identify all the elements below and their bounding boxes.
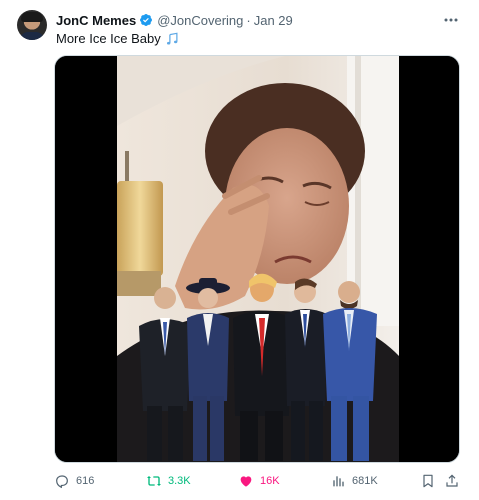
views-chart-icon	[333, 476, 344, 487]
tweet-date[interactable]: Jan 29	[254, 13, 293, 28]
tweet-header: JonC Memes @JonCovering · Jan 29	[56, 11, 293, 29]
author-name[interactable]: JonC Memes	[56, 13, 136, 28]
avatar[interactable]	[17, 10, 47, 40]
separator-dot: ·	[246, 12, 251, 28]
video-frame	[55, 56, 459, 462]
share-icon[interactable]	[444, 473, 460, 489]
views-count: 681K	[352, 475, 378, 487]
action-bar: 616 3.3K 16K 681K	[0, 470, 479, 492]
verified-badge-icon	[140, 14, 153, 26]
more-options-icon[interactable]	[442, 11, 460, 29]
heart-icon	[240, 476, 252, 487]
retweet-count: 3.3K	[168, 475, 191, 487]
retweet-icon	[147, 476, 161, 486]
tweet-text-content: More Ice Ice Baby	[56, 31, 161, 46]
tweet-video[interactable]	[54, 55, 460, 463]
reply-count: 616	[76, 475, 95, 487]
tweet[interactable]: JonC Memes @JonCovering · Jan 29 More Ic…	[0, 0, 479, 500]
musical-notes-icon	[166, 32, 178, 45]
retweet-button[interactable]: 3.3K	[146, 470, 191, 492]
author-handle[interactable]: @JonCovering	[157, 13, 243, 28]
like-count: 16K	[260, 475, 280, 487]
reply-icon	[56, 475, 68, 489]
views-button[interactable]: 681K	[330, 470, 378, 492]
tweet-text: More Ice Ice Baby	[56, 31, 180, 46]
reply-button[interactable]: 616	[54, 470, 94, 492]
bookmark-icon[interactable]	[420, 473, 436, 489]
like-button[interactable]: 16K	[238, 470, 280, 492]
